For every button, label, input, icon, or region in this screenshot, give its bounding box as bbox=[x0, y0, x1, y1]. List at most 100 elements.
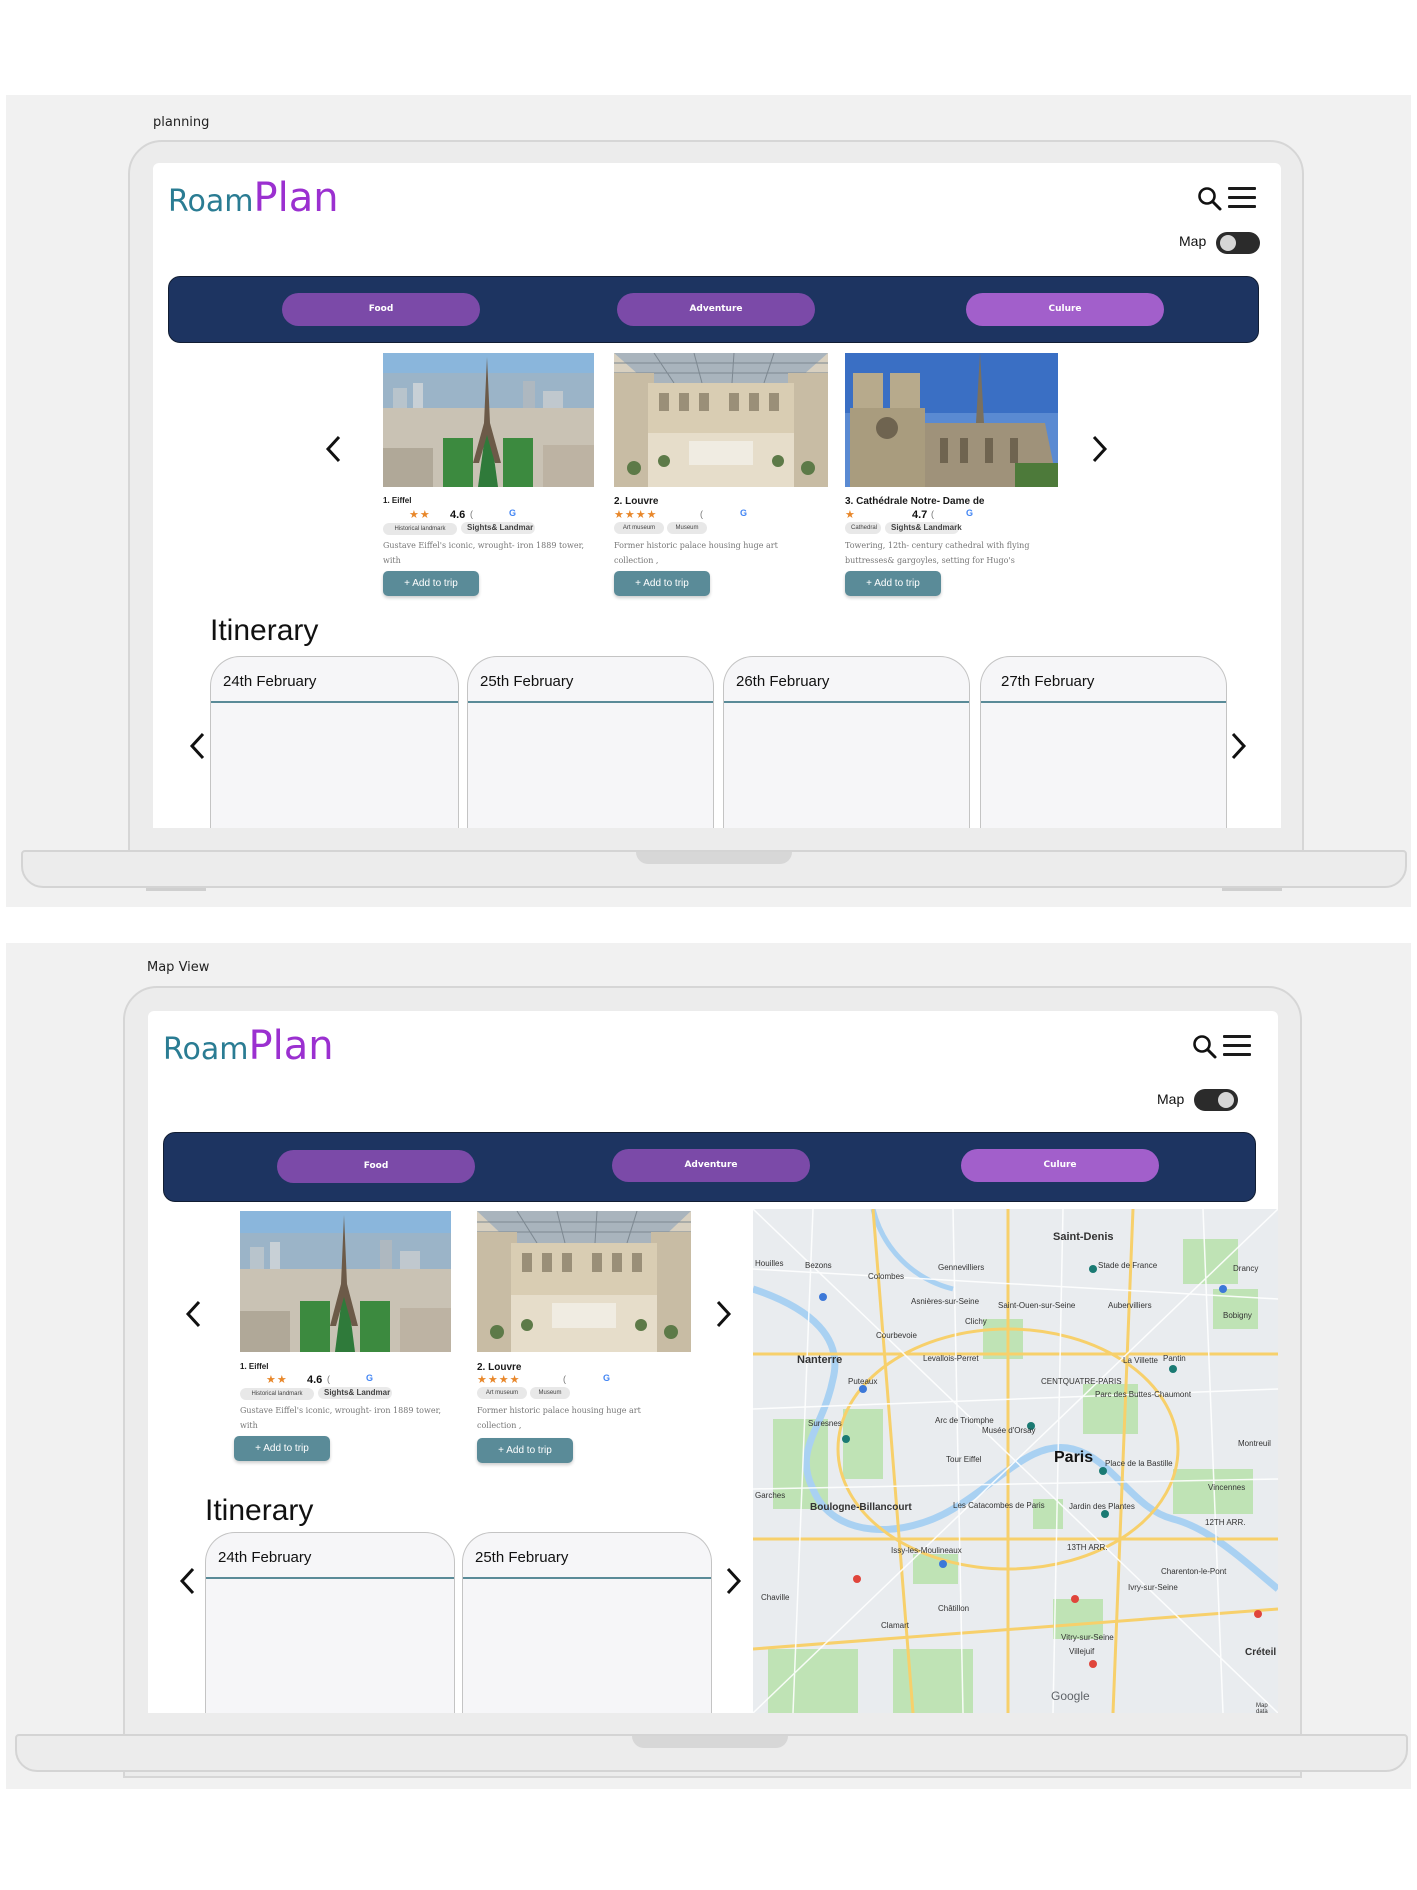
place-tag: Historical landmark bbox=[383, 523, 457, 535]
map-label: Pantin bbox=[1163, 1354, 1186, 1363]
google-icon: G bbox=[509, 508, 517, 518]
search-icon[interactable] bbox=[1192, 1034, 1218, 1060]
map-label: Charenton-le-Pont bbox=[1161, 1567, 1227, 1576]
map-label: Place de la Bastille bbox=[1105, 1459, 1173, 1468]
laptop-notch bbox=[632, 1736, 788, 1748]
category-bar: Food Adventure Culure bbox=[168, 276, 1259, 343]
menu-icon[interactable] bbox=[1223, 1035, 1251, 1057]
place-card[interactable]: 2. Louvre ★★★★ ( G Art museum Museum For… bbox=[477, 1211, 691, 1463]
rating-stars: ★ bbox=[845, 509, 856, 521]
menu-icon[interactable] bbox=[1228, 187, 1256, 209]
laptop-foot bbox=[1222, 888, 1282, 891]
day-column[interactable]: 26th February bbox=[723, 656, 970, 828]
map-toggle[interactable] bbox=[1216, 232, 1260, 254]
day-label: 24th February bbox=[218, 1549, 312, 1566]
rating-count: ( bbox=[563, 1374, 566, 1384]
map-label: Villejuif bbox=[1069, 1647, 1095, 1656]
place-title: 2. Louvre bbox=[614, 496, 659, 507]
map-panel[interactable]: Saint-Denis Paris Nanterre Puteaux Colom… bbox=[753, 1209, 1278, 1713]
map-label: Montreuil bbox=[1238, 1439, 1271, 1448]
map-label: Bobigny bbox=[1223, 1311, 1252, 1320]
map-label: Musée d'Orsay bbox=[982, 1426, 1036, 1435]
category-culture-button[interactable]: Culure bbox=[966, 293, 1164, 326]
rating-value: 4.6 bbox=[450, 509, 466, 521]
app-logo[interactable]: RoamPlan bbox=[163, 1023, 334, 1069]
day-label: 26th February bbox=[736, 673, 830, 690]
map-toggle-label: Map bbox=[1157, 1091, 1185, 1107]
carousel-next-icon[interactable] bbox=[1086, 434, 1112, 464]
place-description: Former historic palace housing huge art … bbox=[614, 541, 778, 565]
itinerary-next-icon[interactable] bbox=[720, 1566, 746, 1596]
map-label: Boulogne-Billancourt bbox=[810, 1502, 912, 1513]
place-card[interactable]: 3. Cathédrale Notre- Dame de ★ 4.7 ( G C… bbox=[845, 353, 1059, 603]
add-to-trip-button[interactable]: + Add to trip bbox=[477, 1438, 573, 1463]
category-food-button[interactable]: Food bbox=[282, 293, 480, 326]
itinerary-prev-icon[interactable] bbox=[175, 1566, 201, 1596]
map-label: Les Catacombes de Paris bbox=[953, 1501, 1045, 1510]
day-column[interactable]: 24th February bbox=[205, 1532, 455, 1713]
category-adventure-button[interactable]: Adventure bbox=[612, 1149, 810, 1182]
itinerary-next-icon[interactable] bbox=[1225, 731, 1251, 761]
rating-count: ( bbox=[470, 509, 473, 519]
add-to-trip-button[interactable]: + Add to trip bbox=[845, 571, 941, 596]
day-column[interactable]: 25th February bbox=[462, 1532, 712, 1713]
itinerary-prev-icon[interactable] bbox=[185, 731, 211, 761]
planning-frame: planning RoamPlan Map Food Adventure Cul… bbox=[6, 95, 1411, 907]
search-icon[interactable] bbox=[1197, 186, 1223, 212]
day-column[interactable]: 25th February bbox=[467, 656, 714, 828]
rating-count: ( bbox=[327, 1374, 330, 1384]
map-label: Aubervilliers bbox=[1108, 1301, 1152, 1310]
map-label: Colombes bbox=[868, 1272, 905, 1281]
map-label: Clichy bbox=[965, 1317, 987, 1326]
day-label: 25th February bbox=[475, 1549, 569, 1566]
place-photo bbox=[845, 353, 1058, 487]
carousel-next-icon[interactable] bbox=[710, 1299, 736, 1329]
place-photo bbox=[240, 1211, 451, 1352]
day-column[interactable]: 27th February bbox=[980, 656, 1227, 828]
map-toggle[interactable] bbox=[1194, 1089, 1238, 1111]
add-to-trip-button[interactable]: + Add to trip bbox=[234, 1436, 330, 1461]
category-bar: Food Adventure Culure bbox=[163, 1132, 1256, 1202]
place-tag: Art museum bbox=[614, 522, 664, 534]
map-label: Créteil bbox=[1245, 1647, 1277, 1658]
map-data-credit: Map data bbox=[1256, 1703, 1268, 1713]
place-card[interactable]: 2. Louvre ★★★★ ( G Art museum Museum For… bbox=[614, 353, 828, 603]
map-label: Vincennes bbox=[1208, 1483, 1246, 1492]
map-label: CENTQUATRE-PARIS bbox=[1041, 1377, 1122, 1386]
place-card[interactable]: 1. Eiffel ★★ 4.6 ( G Historical landmark… bbox=[234, 1211, 454, 1461]
map-label: Suresnes bbox=[808, 1419, 842, 1428]
place-card[interactable]: 1. Eiffel ★★ 4.6 ( G Historical landmark… bbox=[383, 353, 597, 603]
map-label: Issy-les-Moulineaux bbox=[891, 1546, 962, 1555]
add-to-trip-button[interactable]: + Add to trip bbox=[614, 571, 710, 596]
day-column[interactable]: 24th February bbox=[210, 656, 459, 828]
carousel-prev-icon[interactable] bbox=[181, 1299, 207, 1329]
map-label: Houilles bbox=[755, 1259, 784, 1268]
map-label: 13TH ARR. bbox=[1067, 1543, 1108, 1552]
rating-count: ( bbox=[931, 509, 934, 519]
category-adventure-button[interactable]: Adventure bbox=[617, 293, 815, 326]
frame-label: Map View bbox=[147, 960, 210, 975]
add-to-trip-button[interactable]: + Add to trip bbox=[383, 571, 479, 596]
category-culture-button[interactable]: Culure bbox=[961, 1149, 1159, 1182]
place-tag: Sights& Landmar bbox=[461, 522, 535, 534]
map-labels: Saint-Denis Paris Nanterre Puteaux Colom… bbox=[753, 1209, 1278, 1713]
map-label: Jardin des Plantes bbox=[1069, 1502, 1135, 1511]
app-logo[interactable]: RoamPlan bbox=[168, 175, 339, 221]
carousel-prev-icon[interactable] bbox=[321, 434, 347, 464]
place-title: 2. Louvre bbox=[477, 1362, 522, 1373]
place-description: Former historic palace housing huge art … bbox=[477, 1406, 641, 1430]
rating-count: ( bbox=[700, 509, 703, 519]
rating-value: 4.6 bbox=[307, 1374, 323, 1386]
place-title: 1. Eiffel bbox=[240, 1362, 269, 1371]
frame-label: planning bbox=[153, 115, 210, 130]
laptop-notch bbox=[636, 852, 792, 864]
map-label: Courbevoie bbox=[876, 1331, 917, 1340]
category-food-button[interactable]: Food bbox=[277, 1150, 475, 1183]
map-label: Arc de Triomphe bbox=[935, 1416, 994, 1425]
map-label: Ivry-sur-Seine bbox=[1128, 1583, 1178, 1592]
itinerary-title: Itinerary bbox=[210, 614, 319, 647]
map-label: Chaville bbox=[761, 1593, 790, 1602]
map-label: Parc des Buttes-Chaumont bbox=[1095, 1390, 1192, 1399]
place-tag: Sights& Landmar bbox=[318, 1387, 392, 1399]
map-label: Stade de France bbox=[1098, 1261, 1158, 1270]
